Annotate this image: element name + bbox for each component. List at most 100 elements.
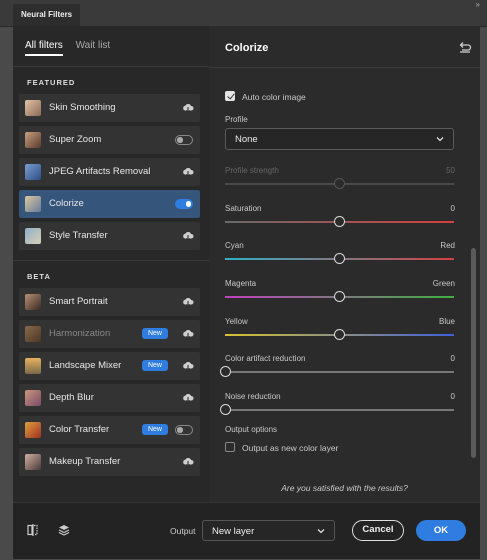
settings-header: Colorize [209, 26, 480, 68]
skin-smoothing-thumbnail [25, 100, 41, 116]
super-zoom-thumbnail [25, 132, 41, 148]
filter-item-depth-blur[interactable]: Depth Blur [19, 384, 200, 412]
chevron-down-icon [436, 137, 444, 142]
new-badge: New [141, 328, 168, 339]
filter-label: Colorize [49, 198, 84, 209]
profile-value: None [235, 134, 258, 145]
makeup-transfer-thumbnail [25, 454, 41, 470]
artifact-reduction-track [225, 371, 454, 373]
magenta-green-slider[interactable] [334, 291, 345, 302]
artifact-reduction-value: 0 [450, 354, 455, 363]
depth-blur-thumbnail [25, 390, 41, 406]
filter-item-makeup-transfer[interactable]: Makeup Transfer [19, 448, 200, 476]
saturation-slider[interactable] [334, 216, 345, 227]
output-value: New layer [212, 526, 255, 537]
profile-strength-slider[interactable] [334, 178, 345, 189]
cloud-download-icon[interactable] [182, 360, 194, 372]
document-tab-strip: Neural Filters » [0, 0, 487, 27]
cloud-download-icon[interactable] [182, 102, 194, 114]
noise-reduction-slider[interactable] [219, 404, 231, 415]
filter-label: Harmonization [49, 328, 111, 339]
feedback-question: Are you satisfied with the results? [281, 483, 408, 493]
filter-label: Depth Blur [49, 392, 94, 403]
yellow-label: Yellow [225, 317, 248, 326]
yellow-blue-slider[interactable] [334, 329, 345, 340]
profile-label: Profile [225, 115, 248, 124]
artifact-reduction-label: Color artifact reduction [225, 354, 306, 363]
auto-color-label: Auto color image [242, 92, 306, 102]
sidebar-tabs: All filters Wait list [25, 40, 120, 56]
filter-label: Makeup Transfer [49, 456, 121, 467]
neural-filters-panel: All filters Wait list FEATURED Skin Smoo… [13, 26, 480, 559]
section-title-beta: BETA [27, 272, 51, 281]
color-transfer-thumbnail [25, 422, 41, 438]
settings-scrollbar[interactable] [471, 248, 476, 458]
filter-item-jpeg-artifacts-removal[interactable]: JPEG Artifacts Removal [19, 158, 200, 186]
filter-item-harmonization[interactable]: Harmonization New [19, 320, 200, 348]
filter-item-color-transfer[interactable]: Color Transfer New [19, 416, 200, 444]
filter-label: Skin Smoothing [49, 102, 116, 113]
landscape-mixer-thumbnail [25, 358, 41, 374]
cloud-download-icon[interactable] [182, 392, 194, 404]
saturation-label: Saturation [225, 204, 262, 213]
filter-item-skin-smoothing[interactable]: Skin Smoothing [19, 94, 200, 122]
profile-strength-value: 50 [446, 166, 455, 175]
profile-select[interactable]: None [225, 128, 454, 150]
style-transfer-thumbnail [25, 228, 41, 244]
filter-label: Color Transfer [49, 424, 110, 435]
green-label: Green [432, 279, 455, 288]
filter-label: Super Zoom [49, 134, 102, 145]
footer-bar: Output New layer Cancel OK [13, 502, 480, 559]
filter-label: Style Transfer [49, 230, 108, 241]
jpeg-artifacts-thumbnail [25, 164, 41, 180]
output-new-layer-checkbox[interactable] [225, 442, 235, 452]
output-new-layer-label: Output as new color layer [242, 443, 339, 453]
filter-item-super-zoom[interactable]: Super Zoom [19, 126, 200, 154]
output-select[interactable]: New layer [202, 520, 335, 541]
noise-reduction-value: 0 [450, 392, 455, 401]
tab-wait-list[interactable]: Wait list [76, 40, 111, 54]
cyan-red-slider[interactable] [334, 253, 345, 264]
saturation-value: 0 [450, 204, 455, 213]
cancel-button[interactable]: Cancel [352, 520, 404, 541]
filter-toggle[interactable] [175, 199, 193, 209]
filter-toggle[interactable] [175, 135, 193, 145]
cloud-download-icon[interactable] [182, 230, 194, 242]
divider [13, 260, 209, 261]
profile-strength-label: Profile strength [225, 166, 279, 175]
tab-all-filters[interactable]: All filters [25, 40, 63, 56]
filter-settings: Colorize Auto color image Profile None P… [209, 26, 480, 502]
artifact-reduction-slider[interactable] [219, 366, 231, 377]
cloud-download-icon[interactable] [182, 296, 194, 308]
filter-item-landscape-mixer[interactable]: Landscape Mixer New [19, 352, 200, 380]
window-title-tab[interactable]: Neural Filters [13, 4, 81, 26]
noise-reduction-track [225, 409, 454, 411]
colorize-thumbnail [25, 196, 41, 212]
cloud-download-icon[interactable] [182, 456, 194, 468]
filter-toggle[interactable] [175, 425, 193, 435]
new-badge: New [141, 360, 168, 371]
filter-item-colorize[interactable]: Colorize [19, 190, 200, 218]
filter-item-style-transfer[interactable]: Style Transfer [19, 222, 200, 250]
smart-portrait-thumbnail [25, 294, 41, 310]
compare-preview-icon[interactable] [26, 523, 40, 537]
panel-menu-icon[interactable]: » [476, 0, 481, 9]
settings-title: Colorize [225, 42, 269, 54]
cloud-download-icon[interactable] [182, 328, 194, 340]
section-title-featured: FEATURED [27, 78, 76, 87]
reset-icon[interactable] [458, 40, 472, 54]
ok-button[interactable]: OK [416, 520, 466, 541]
filter-sidebar: All filters Wait list FEATURED Skin Smoo… [13, 26, 209, 502]
filter-item-smart-portrait[interactable]: Smart Portrait [19, 288, 200, 316]
harmonization-thumbnail [25, 326, 41, 342]
filter-label: Smart Portrait [49, 296, 108, 307]
magenta-label: Magenta [225, 279, 257, 288]
cloud-download-icon[interactable] [182, 166, 194, 178]
blue-label: Blue [438, 317, 455, 326]
divider [13, 66, 209, 67]
auto-color-checkbox[interactable] [225, 91, 235, 101]
noise-reduction-label: Noise reduction [225, 392, 281, 401]
layers-icon[interactable] [57, 523, 71, 537]
output-options-label: Output options [225, 425, 278, 434]
cyan-label: Cyan [225, 241, 244, 250]
